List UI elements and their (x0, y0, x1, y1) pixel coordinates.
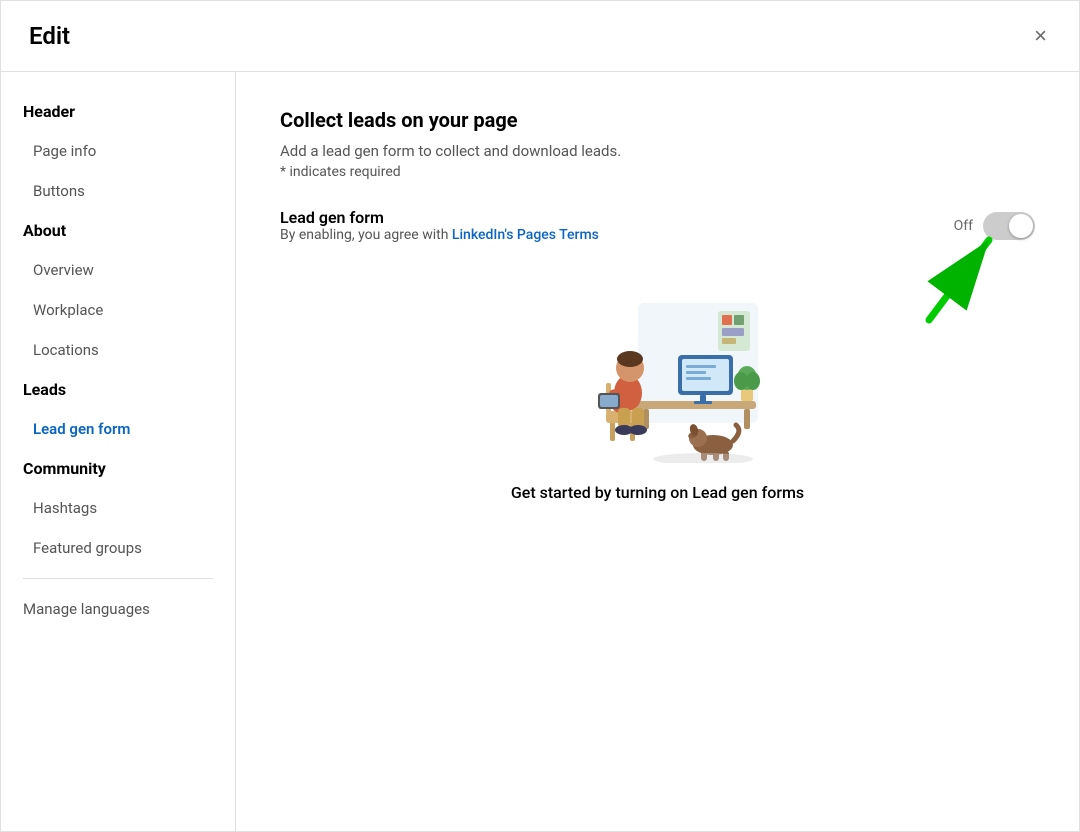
sidebar-item-page-info[interactable]: Page info (1, 131, 235, 171)
main-content: Collect leads on your page Add a lead ge… (236, 72, 1079, 831)
sidebar-section-about: About (1, 211, 235, 250)
modal-body: Header Page info Buttons About Overview … (1, 72, 1079, 831)
sidebar-item-workplace[interactable]: Workplace (1, 290, 235, 330)
sidebar-section-header: Header (1, 92, 235, 131)
sidebar: Header Page info Buttons About Overview … (1, 72, 236, 831)
linkedin-pages-terms-link[interactable]: LinkedIn's Pages Terms (452, 227, 599, 243)
illustration-svg (548, 283, 768, 463)
section-description: Add a lead gen form to collect and downl… (280, 142, 1035, 160)
form-label: Lead gen form By enabling, you agree wit… (280, 208, 599, 243)
section-required-note: * indicates required (280, 164, 1035, 180)
edit-modal: Edit × Header Page info Buttons About Ov… (0, 0, 1080, 832)
sidebar-item-buttons[interactable]: Buttons (1, 171, 235, 211)
lead-gen-toggle[interactable] (983, 212, 1035, 240)
sidebar-divider (23, 578, 213, 579)
toggle-off-label: Off (954, 218, 973, 234)
sidebar-section-community: Community (1, 449, 235, 488)
lead-gen-form-row: Lead gen form By enabling, you agree wit… (280, 208, 1035, 243)
sidebar-item-featured-groups[interactable]: Featured groups (1, 528, 235, 568)
sidebar-item-lead-gen-form[interactable]: Lead gen form (1, 409, 235, 449)
sidebar-item-locations[interactable]: Locations (1, 330, 235, 370)
agreement-text: By enabling, you agree with (280, 227, 452, 243)
section-title: Collect leads on your page (280, 108, 1035, 132)
close-button[interactable]: × (1030, 21, 1051, 51)
illustration-caption: Get started by turning on Lead gen forms (511, 483, 804, 502)
form-label-text: Lead gen form (280, 208, 599, 227)
illustration-area: Get started by turning on Lead gen forms (280, 283, 1035, 502)
sidebar-section-leads: Leads (1, 370, 235, 409)
form-sub-label: By enabling, you agree with LinkedIn's P… (280, 227, 599, 243)
sidebar-item-hashtags[interactable]: Hashtags (1, 488, 235, 528)
modal-header: Edit × (1, 1, 1079, 72)
toggle-knob (1009, 214, 1033, 238)
modal-title: Edit (29, 22, 70, 50)
sidebar-item-overview[interactable]: Overview (1, 250, 235, 290)
toggle-wrapper: Off (954, 212, 1035, 240)
sidebar-item-manage-languages[interactable]: Manage languages (1, 589, 235, 629)
